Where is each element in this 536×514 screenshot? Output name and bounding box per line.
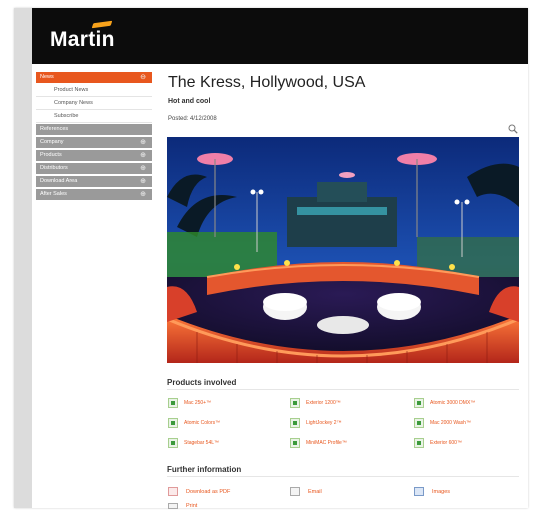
sidebar-item-label: Subscribe [54,113,79,119]
collapse-icon: ⊖ [140,74,146,81]
product-icon [168,398,178,408]
product-label: LightJockey 2™ [306,420,342,426]
expand-icon: ⊕ [140,191,146,198]
product-link[interactable]: Mac 2000 Wash™ [414,418,471,428]
sidebar-item-product-news[interactable]: Product News [36,85,152,97]
product-link[interactable]: Exterior 1200™ [290,398,341,408]
product-label: Mac 2000 Wash™ [430,420,471,426]
expand-icon: ⊕ [140,152,146,159]
expand-icon: ⊕ [140,139,146,146]
product-label: Atomic Colors™ [184,420,221,426]
post-date: Posted: 4/12/2008 [168,116,217,122]
print-icon [168,503,178,509]
sidebar-item-label: References [40,126,69,132]
sidebar-item-label: News [40,74,54,80]
left-gutter [14,8,32,508]
product-label: MiniMAC Profile™ [306,440,347,446]
divider [167,389,519,390]
sidebar-item-references[interactable]: References [36,124,152,135]
email-link[interactable]: Email [290,487,322,496]
images-icon [414,487,424,496]
sidebar-item-label: Product News [54,87,89,93]
product-link[interactable]: Atomic Colors™ [168,418,220,428]
sidebar-item-label: Company News [54,100,93,106]
sidebar-item-news[interactable]: News ⊖ [36,72,152,83]
expand-icon: ⊕ [140,178,146,185]
product-icon [414,398,424,408]
product-label: Exterior 600™ [430,440,462,446]
venue-photo[interactable] [167,137,519,363]
download-pdf-label: Download as PDF [186,488,231,495]
sidebar-item-company-news[interactable]: Company News [36,98,152,110]
sidebar-item-subscribe[interactable]: Subscribe [36,111,152,123]
sidebar-item-company[interactable]: Company ⊕ [36,137,152,148]
product-link[interactable]: LightJockey 2™ [290,418,342,428]
sidebar-item-distributors[interactable]: Distributors ⊕ [36,163,152,174]
product-label: Mac 250+™ [184,400,212,406]
sidebar-item-label: After Sales [40,191,67,197]
sidebar-item-after-sales[interactable]: After Sales ⊕ [36,189,152,200]
sidebar-item-products[interactable]: Products ⊕ [36,150,152,161]
sidebar-item-label: Products [40,152,62,158]
product-link[interactable]: Mac 250+™ [168,398,211,408]
product-link[interactable]: Atomic 3000 DMX™ [414,398,475,408]
divider [167,476,519,477]
product-label: Exterior 1200™ [306,400,341,406]
product-label: Atomic 3000 DMX™ [430,400,476,406]
product-icon [168,438,178,448]
sidebar-item-download-area[interactable]: Download Area ⊕ [36,176,152,187]
print-link[interactable]: Print [168,503,197,509]
product-icon [414,418,424,428]
sidebar-nav: News ⊖ Product News Company News Subscri… [36,72,152,202]
print-label: Print [186,503,198,509]
martin-logo[interactable]: Martin [50,28,115,52]
sidebar-item-label: Download Area [40,178,78,184]
pdf-icon [168,487,178,496]
product-icon [290,398,300,408]
images-link[interactable]: Images [414,487,450,496]
expand-icon: ⊕ [140,165,146,172]
email-icon [290,487,300,496]
page-title: The Kress, Hollywood, USA [168,74,366,91]
product-icon [414,438,424,448]
images-label: Images [432,488,451,495]
product-link[interactable]: Stagebar 54L™ [168,438,219,448]
sidebar-item-label: Company [40,139,64,145]
product-icon [290,438,300,448]
zoom-icon[interactable] [508,124,518,134]
email-label: Email [308,488,322,495]
sidebar-item-label: Distributors [40,165,68,171]
product-link[interactable]: Exterior 600™ [414,438,462,448]
product-icon [290,418,300,428]
product-link[interactable]: MiniMAC Profile™ [290,438,347,448]
further-info-heading: Further information [167,465,242,474]
product-icon [168,418,178,428]
download-pdf-link[interactable]: Download as PDF [168,487,230,496]
product-label: Stagebar 54L™ [184,440,220,446]
products-heading: Products involved [167,378,237,387]
page-subtitle: Hot and cool [168,98,211,105]
